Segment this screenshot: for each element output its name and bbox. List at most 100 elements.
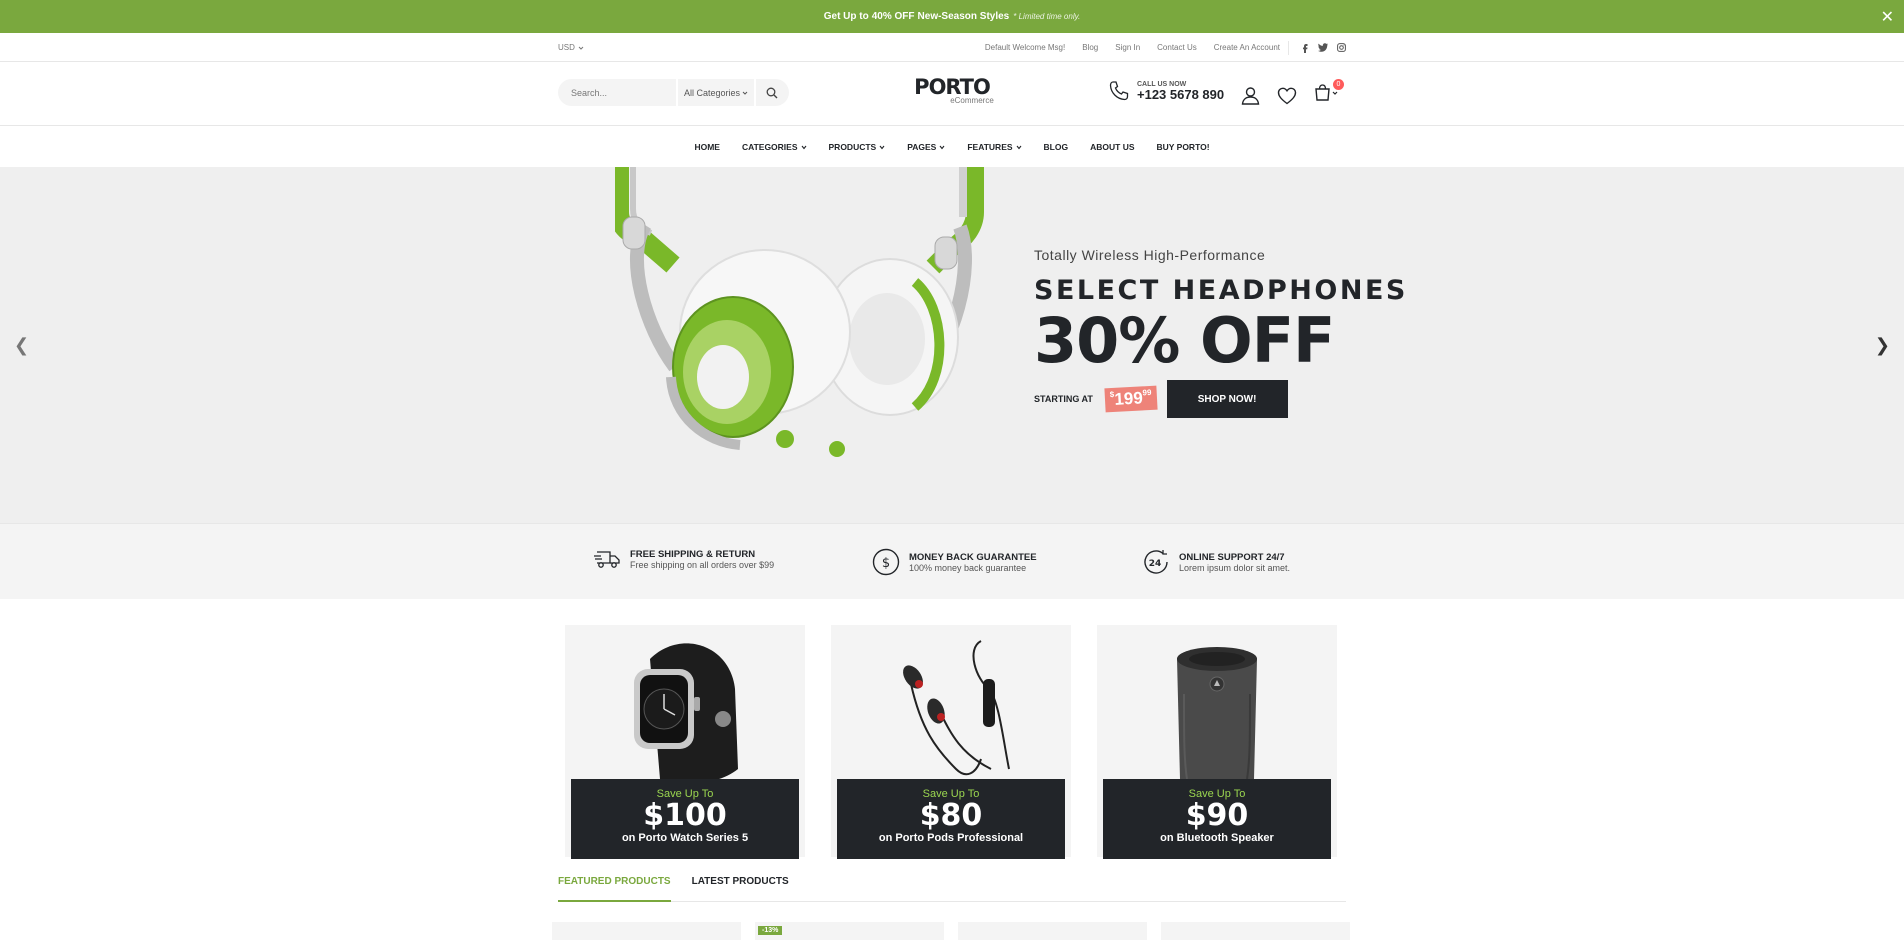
nav-blog[interactable]: BLOG [1044,142,1069,152]
banner-amount: $90 [1185,798,1249,833]
nav-pages[interactable]: PAGES [907,142,945,152]
facebook-icon[interactable] [1301,43,1309,53]
social-links [1288,40,1346,55]
user-icon[interactable] [1241,86,1260,105]
create-account-link[interactable]: Create An Account [1214,43,1280,52]
price-tag: $ 199 99 [1104,385,1158,413]
truck-icon [594,551,620,568]
instagram-icon[interactable] [1337,43,1346,52]
promo-banner-watch[interactable]: Save Up To $100 on Porto Watch Series 5 [565,625,805,859]
chevron-down-icon [939,145,945,149]
info-support: 24 ONLINE SUPPORT 24/7 Lorem ipsum dolor… [1142,548,1290,576]
search-icon [766,87,777,98]
starting-at-label: STARTING AT [1034,394,1093,404]
product-card[interactable] [1161,922,1350,940]
info-shipping: FREE SHIPPING & RETURN Free shipping on … [593,548,774,570]
nav-products[interactable]: PRODUCTS [829,142,886,152]
header-top-links: Default Welcome Msg! Blog Sign In Contac… [985,43,1280,52]
nav-label: ABOUT US [1090,142,1135,152]
support-24-icon: 24 [1144,550,1168,574]
earphones-image [903,640,1010,776]
phone-icon [1109,81,1129,101]
nav-home[interactable]: HOME [694,142,720,152]
site-logo[interactable]: PORTO eCommerce [900,76,1004,105]
currency-switcher[interactable]: USD [558,43,584,52]
nav-buy-porto[interactable]: BUY PORTO! [1157,142,1210,152]
call-number[interactable]: +123 5678 890 [1137,87,1224,102]
chevron-left-icon[interactable]: ❮ [14,335,29,356]
banner-product: on Bluetooth Speaker [1160,832,1274,844]
nav-label: PAGES [907,142,937,152]
chevron-down-icon [879,145,885,149]
category-select[interactable]: All Categories [676,79,756,106]
hero-pretitle: Totally Wireless High-Performance [1034,247,1266,263]
chevron-down-icon [801,145,806,149]
nav-label: BUY PORTO! [1156,142,1210,152]
banner-caption: Save Up To $90 on Bluetooth Speaker [1103,779,1331,859]
promo-bar: Get Up to 40% OFF New-Season Styles * Li… [0,0,1904,33]
close-icon[interactable]: ✕ [1881,7,1894,27]
info-desc: Free shipping on all orders over $99 [630,559,775,570]
promo-banner-pods[interactable]: Save Up To $80 on Porto Pods Professiona… [831,625,1071,859]
heart-icon[interactable] [1277,87,1297,105]
cart-button[interactable]: 0 [1314,79,1344,107]
nav-categories[interactable]: CATEGORIES [742,142,807,152]
category-label: All Categories [683,87,741,98]
svg-text:$: $ [882,556,890,571]
hero-discount: 30% OFF [1034,304,1335,377]
banner-caption: Save Up To $80 on Porto Pods Professiona… [837,779,1065,859]
banner-amount: $100 [643,798,727,833]
tab-featured-products[interactable]: FEATURED PRODUCTS [558,876,671,902]
smartwatch-image [634,643,738,785]
product-card[interactable]: -13% [755,922,944,940]
info-title: FREE SHIPPING & RETURN [630,548,756,560]
header-top: USD Default Welcome Msg! Blog Sign In Co… [0,33,1904,62]
logo-name: PORTO [914,75,991,99]
chevron-down-icon [742,91,748,95]
header-main: Search... All Categories PORTO eCommerce… [0,62,1904,126]
chevron-down-icon [578,46,584,50]
tab-latest-products[interactable]: LATEST PRODUCTS [692,876,789,902]
chevron-right-icon[interactable]: ❯ [1875,335,1890,356]
nav-label: PRODUCTS [828,142,877,152]
info-desc: Lorem ipsum dolor sit amet. [1179,562,1291,573]
call-us: CALL US NOW +123 5678 890 [1108,80,1224,102]
hero-heading: SELECT HEADPHONES [1034,275,1408,306]
sign-in-link[interactable]: Sign In [1115,43,1140,52]
promo-banner-speaker[interactable]: Save Up To $90 on Bluetooth Speaker [1097,625,1337,859]
nav-features[interactable]: FEATURES [967,142,1021,152]
chevron-down-icon [1016,145,1021,149]
discount-badge: -13% [758,926,783,935]
promo-note: * Limited time only. [1013,12,1081,21]
banner-product: on Porto Watch Series 5 [621,832,749,844]
price-main: 199 [1113,388,1144,409]
hero-slider: ❮ ❯ Totally Wireless High-Performance SE… [0,167,1904,523]
info-bar: FREE SHIPPING & RETURN Free shipping on … [0,523,1904,599]
twitter-icon[interactable] [1318,43,1328,52]
promo-highlight: 40% OFF [871,11,915,22]
shop-now-button[interactable]: SHOP NOW! [1166,380,1288,418]
contact-link[interactable]: Contact Us [1157,43,1197,52]
header-icons: 0 [1241,79,1344,107]
nav-label: CATEGORIES [741,142,798,152]
svg-text:24: 24 [1149,559,1162,569]
search-bar: Search... All Categories [558,79,789,106]
search-button[interactable] [756,79,787,106]
product-card[interactable] [552,922,741,940]
promo-text-after: New-Season Styles [917,11,1010,22]
main-nav: HOME CATEGORIES PRODUCTS PAGES FEATURES … [0,127,1904,167]
cart-count-badge: 0 [1333,79,1344,90]
search-input[interactable]: Search... [558,79,676,106]
hero-text: Totally Wireless High-Performance SELECT… [1034,247,1408,418]
speaker-image [1177,647,1257,780]
info-money-back: $ MONEY BACK GUARANTEE 100% money back g… [872,548,1037,576]
nav-label: HOME [694,142,720,152]
info-desc: 100% money back guarantee [909,562,1027,573]
nav-about-us[interactable]: ABOUT US [1090,142,1134,152]
product-card[interactable] [958,922,1147,940]
blog-link[interactable]: Blog [1082,43,1098,52]
welcome-msg: Default Welcome Msg! [984,43,1066,52]
info-title: MONEY BACK GUARANTEE [909,551,1037,563]
banner-product: on Porto Pods Professional [878,832,1024,844]
headphones-image [615,167,984,457]
